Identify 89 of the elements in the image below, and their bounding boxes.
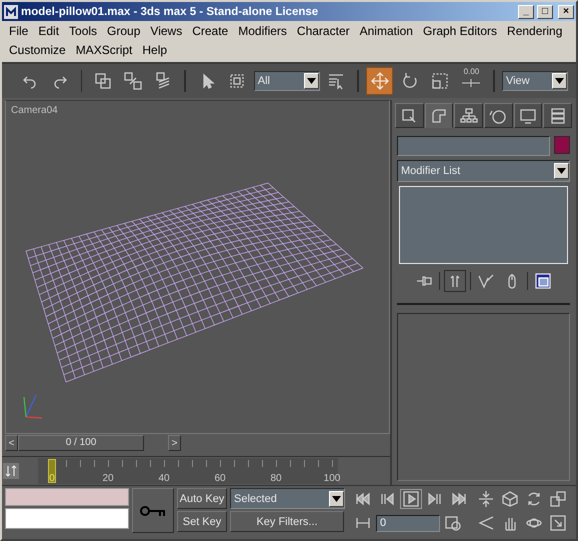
set-key-text-button[interactable]: Set Key xyxy=(177,511,227,532)
window-title: model-pillow01.max - 3ds max 5 - Stand-alone License xyxy=(21,6,320,18)
modify-icon xyxy=(430,106,448,124)
prompt-field[interactable] xyxy=(5,508,129,529)
toolbar-button[interactable] xyxy=(366,67,394,95)
select-by-name-icon xyxy=(327,72,346,90)
caret-icon xyxy=(332,496,341,502)
key-icon xyxy=(140,504,166,516)
utilities-icon xyxy=(548,106,567,124)
cube-icon xyxy=(501,490,519,508)
viewport-label: Camera04 xyxy=(11,105,58,116)
track-bar-toggle-icon xyxy=(2,462,20,480)
panel-tab[interactable] xyxy=(454,103,484,128)
menu-item[interactable]: Rendering xyxy=(502,23,568,40)
snap-toggle-button[interactable]: 0.00 xyxy=(456,67,486,95)
menu-item[interactable]: Edit xyxy=(33,23,64,40)
frame-label: 0 xyxy=(49,473,55,484)
minimize-button[interactable]: _ xyxy=(518,4,534,18)
menu-item[interactable]: Customize xyxy=(4,42,71,59)
auto-key-button[interactable]: Auto Key xyxy=(177,488,227,509)
menu-item[interactable]: Help xyxy=(137,42,172,59)
modifier-list-dropdown[interactable]: Modifier List xyxy=(397,160,570,182)
next-frame-button[interactable]: > xyxy=(168,435,181,451)
set-key-button[interactable] xyxy=(132,488,174,533)
modifier-stack-list[interactable] xyxy=(399,186,568,264)
time-slider-thumb[interactable]: 0 / 100 xyxy=(18,435,144,451)
rotate-icon xyxy=(400,72,419,90)
dropdown[interactable]: View xyxy=(502,71,568,91)
close-button[interactable]: × xyxy=(558,4,574,18)
panel-tab[interactable] xyxy=(543,103,572,128)
scale-icon xyxy=(431,72,450,90)
viewport[interactable]: Camera04 xyxy=(5,100,390,434)
app-icon xyxy=(4,4,18,18)
stack-button[interactable] xyxy=(444,270,466,292)
menu-item[interactable]: Group xyxy=(102,23,146,40)
menu-item[interactable]: Tools xyxy=(64,23,102,40)
track-bar[interactable]: 0 20 40 60 80 100 xyxy=(38,458,338,484)
caret-icon xyxy=(557,168,566,174)
make-unique-icon xyxy=(477,272,495,290)
menu-item[interactable]: Graph Editors xyxy=(418,23,502,40)
zoom-icon xyxy=(477,490,495,508)
time-configuration-icon xyxy=(444,514,462,532)
frame-label: 100 xyxy=(324,473,340,484)
caret-icon xyxy=(306,78,316,84)
frame-marker[interactable] xyxy=(48,459,56,483)
panel-tab[interactable] xyxy=(424,103,454,128)
menu-item[interactable]: Create xyxy=(187,23,234,40)
dropdown-arrow-button[interactable] xyxy=(329,490,344,506)
caret-icon xyxy=(555,78,564,84)
menu-item[interactable]: Character xyxy=(292,23,355,40)
previous-frame-button[interactable]: < xyxy=(5,435,18,451)
panel-tab[interactable] xyxy=(514,103,542,128)
menu-item[interactable]: Views xyxy=(145,23,188,40)
link-icon xyxy=(94,72,112,90)
dropdown-arrow-button[interactable] xyxy=(554,163,569,179)
dropdown-arrow-button[interactable] xyxy=(304,73,319,89)
move-icon xyxy=(370,72,389,90)
axis-tripod-icon xyxy=(23,394,42,419)
frame-label: 40 xyxy=(158,473,170,484)
maximize-button[interactable]: □ xyxy=(537,4,553,18)
playback-button[interactable] xyxy=(400,489,422,509)
menu-item[interactable]: Modifiers xyxy=(233,23,292,40)
panel-tab[interactable] xyxy=(484,103,513,128)
hierarchy-icon xyxy=(460,106,478,124)
play-icon xyxy=(402,490,420,508)
status-field[interactable] xyxy=(5,488,129,506)
dropdown[interactable]: All xyxy=(254,71,320,91)
go-to-end-icon xyxy=(450,490,468,508)
unlink-icon xyxy=(124,72,142,90)
maximize-icon xyxy=(549,490,567,508)
menu-item[interactable]: File xyxy=(4,23,34,40)
dropdown-arrow-button[interactable] xyxy=(552,73,568,89)
panel-tab[interactable] xyxy=(395,103,424,128)
key-filters-button[interactable]: Key Filters... xyxy=(230,511,344,532)
frame-label: 80 xyxy=(270,473,282,484)
menu-item[interactable]: Animation xyxy=(354,23,418,40)
region-select-icon xyxy=(228,72,246,90)
frame-label: 20 xyxy=(102,473,114,484)
slider-icon xyxy=(461,76,482,88)
configure-icon xyxy=(534,272,552,290)
key-mode-dropdown[interactable]: Selected xyxy=(230,488,345,509)
frame-label: 60 xyxy=(214,473,226,484)
menu-item[interactable]: MAXScript xyxy=(70,42,138,59)
go-to-start-icon xyxy=(354,490,372,508)
object-name-field[interactable] xyxy=(397,136,550,156)
object-color-swatch[interactable] xyxy=(554,136,570,154)
display-icon xyxy=(519,106,538,124)
maximize-viewport-icon xyxy=(549,514,567,532)
current-frame-field[interactable]: 0 xyxy=(376,514,440,532)
